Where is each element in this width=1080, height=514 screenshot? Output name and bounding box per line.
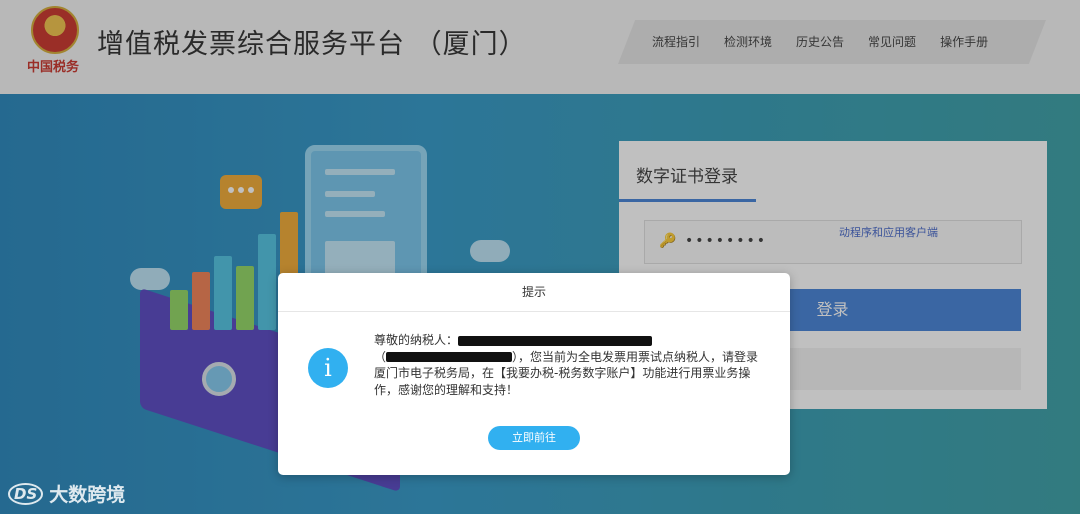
watermark: DS 大数跨境 (8, 480, 125, 507)
redacted-taxpayer-name (458, 335, 653, 346)
salutation: 尊敬的纳税人： (374, 333, 459, 347)
dialog-line-4: 作，感谢您的理解和支持！ (374, 382, 519, 397)
notice-dialog: 提示 i 尊敬的纳税人： （ ），您当前为全电发票用票试点纳税人，请登录 厦门市电… (278, 273, 790, 475)
redacted-taxpayer-id (386, 352, 513, 362)
watermark-logo-icon: DS (8, 482, 44, 505)
dialog-line-2-text: ），您当前为全电发票用票试点纳税人，请登录 (512, 349, 759, 364)
open-paren: （ (374, 349, 387, 364)
info-icon: i (308, 348, 348, 388)
watermark-text: 大数跨境 (49, 484, 126, 506)
dialog-line-1: 尊敬的纳税人： (374, 332, 768, 349)
go-now-button[interactable]: 立即前往 (488, 426, 580, 450)
dialog-line-3: 厦门市电子税务局，在【我要办税-税务数字账户】功能进行用票业务操 (374, 366, 751, 380)
dialog-line-2: （ ），您当前为全电发票用票试点纳税人，请登录 (374, 349, 768, 366)
dialog-message: 尊敬的纳税人： （ ），您当前为全电发票用票试点纳税人，请登录 厦门市电子税务局，… (374, 332, 768, 398)
dialog-title: 提示 (278, 273, 790, 312)
